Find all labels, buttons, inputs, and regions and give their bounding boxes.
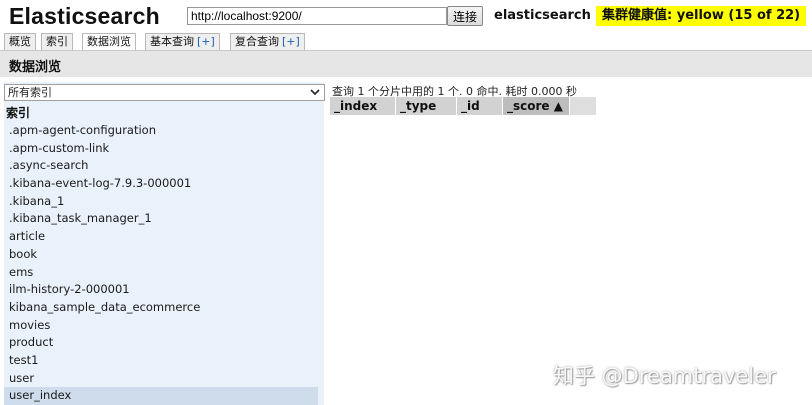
index-list-item[interactable]: .kibana_task_manager_1 (4, 210, 324, 228)
tab-label: 概览 (9, 35, 31, 48)
column-header-id[interactable]: _id (457, 97, 503, 115)
column-header-score[interactable]: _score ▲ (503, 97, 570, 115)
tab-label: 复合查询 (235, 35, 279, 48)
tab-overview[interactable]: 概览 (4, 33, 36, 50)
index-list-item[interactable]: .async-search (4, 157, 324, 175)
index-select-value: 所有索引 (8, 86, 52, 99)
watermark: 知乎 @Dreamtraveler (553, 364, 776, 388)
index-sidebar: 所有索引 索引 .apm-agent-configuration .apm-cus… (4, 82, 325, 405)
index-list-item[interactable]: kibana_sample_data_ecommerce (4, 299, 324, 317)
header-bar: Elasticsearch 连接 elasticsearch 集群健康值: ye… (0, 0, 812, 32)
column-header-type[interactable]: _type (396, 97, 457, 115)
index-list-item[interactable]: .kibana-event-log-7.9.3-000001 (4, 175, 324, 193)
index-list-item[interactable]: .apm-custom-link (4, 140, 324, 158)
page-title: 数据浏览 (9, 60, 62, 75)
chevron-down-icon (310, 89, 320, 96)
index-list-item[interactable]: .kibana_1 (4, 193, 324, 211)
app-logo: Elasticsearch (9, 3, 160, 29)
tab-indices[interactable]: 索引 (41, 33, 73, 50)
tab-label: 基本查询 (150, 35, 194, 48)
index-list-item[interactable]: book (4, 246, 324, 264)
tab-basic-query[interactable]: 基本查询 [+] (145, 33, 220, 50)
cluster-name: elasticsearch (494, 8, 591, 23)
page-header: 数据浏览 (0, 50, 812, 77)
index-list-item[interactable]: ilm-history-2-000001 (4, 281, 324, 299)
index-list-item[interactable]: user (4, 370, 324, 388)
column-header-index[interactable]: _index (330, 97, 396, 115)
index-list-item[interactable]: .apm-agent-configuration (4, 122, 324, 140)
index-select[interactable]: 所有索引 (4, 84, 325, 101)
tab-plus: [+] (282, 35, 300, 48)
index-list-item[interactable]: article (4, 228, 324, 246)
tab-browser[interactable]: 数据浏览 (82, 33, 136, 51)
connect-button[interactable]: 连接 (447, 6, 484, 26)
index-list-item[interactable]: movies (4, 317, 324, 335)
index-list: .apm-agent-configuration .apm-custom-link… (4, 122, 324, 405)
tab-plus: [+] (197, 35, 215, 48)
index-list-item[interactable]: user_index (4, 387, 318, 405)
index-list-item[interactable]: product (4, 334, 324, 352)
tab-label: 数据浏览 (87, 35, 131, 48)
index-list-heading: 索引 (6, 106, 31, 120)
index-list-item[interactable]: ems (4, 264, 324, 282)
column-header-filler (570, 97, 596, 115)
cluster-url-input[interactable] (187, 7, 447, 25)
tab-compound-query[interactable]: 复合查询 [+] (230, 33, 305, 50)
index-list-item[interactable]: test1 (4, 352, 324, 370)
tab-label: 索引 (46, 35, 68, 48)
cluster-health-badge: 集群健康值: yellow (15 of 22) (596, 6, 807, 26)
